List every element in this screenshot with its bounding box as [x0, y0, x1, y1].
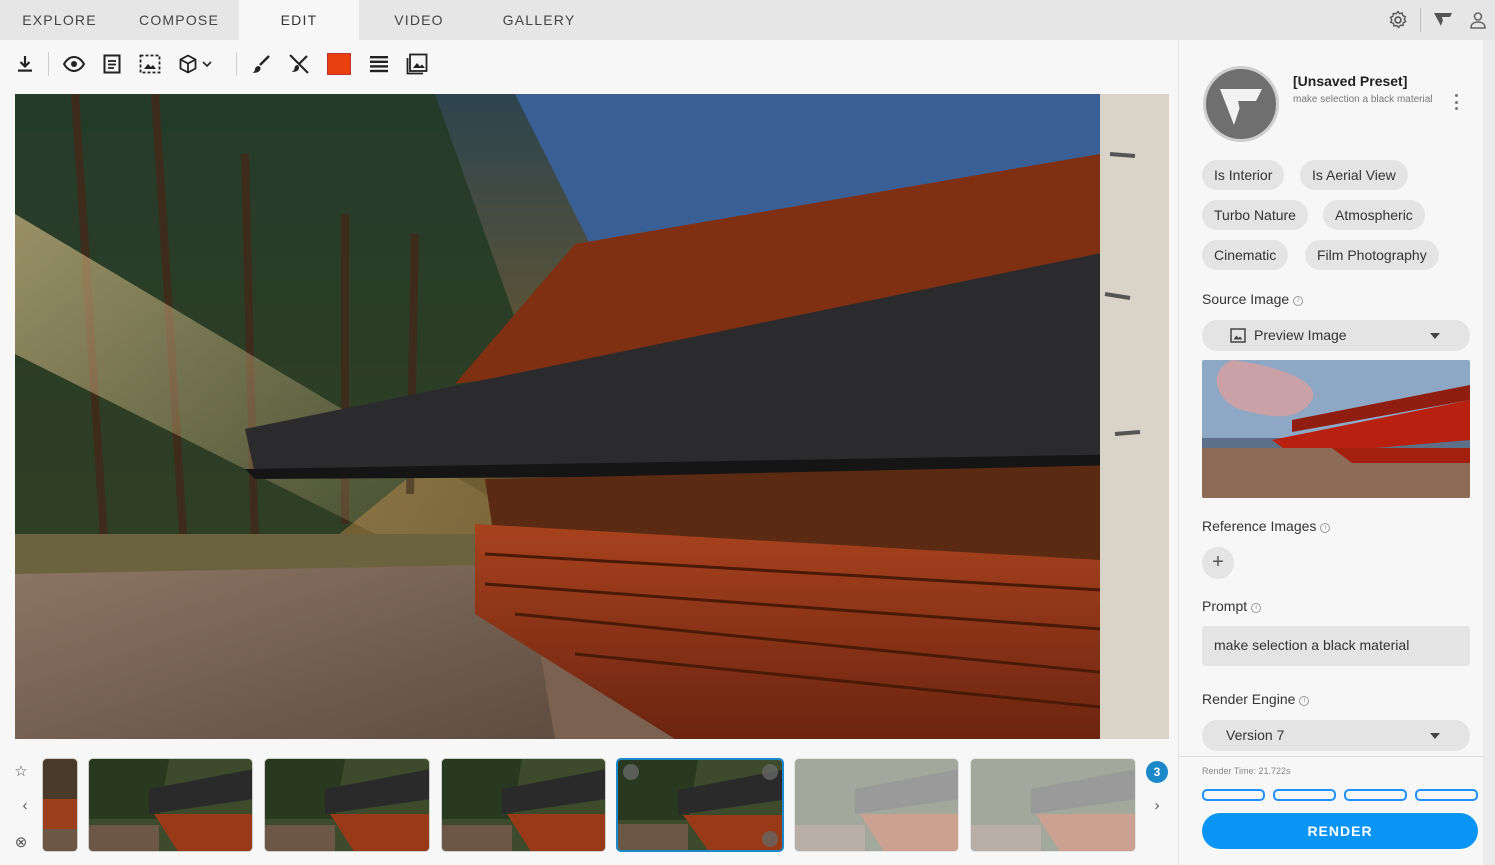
source-image-value: Preview Image — [1254, 327, 1347, 343]
prompt-input[interactable]: make selection a black material — [1202, 626, 1470, 666]
preset-title: [Unsaved Preset] — [1293, 73, 1408, 89]
download-icon[interactable] — [13, 52, 37, 76]
tab-explore[interactable]: EXPLORE — [0, 0, 119, 40]
thumbnail[interactable] — [42, 758, 78, 852]
preset-subtitle: make selection a black material — [1293, 94, 1433, 105]
pending-count-badge: 3 — [1146, 761, 1168, 783]
hide-icon[interactable]: ⊗ — [13, 834, 29, 851]
source-image-label: Source Image i — [1202, 291, 1304, 307]
thumbnail[interactable] — [88, 758, 253, 852]
toolbar — [0, 40, 1178, 90]
user-icon[interactable] — [1466, 8, 1490, 32]
tab-video[interactable]: VIDEO — [359, 0, 479, 40]
panel-divider — [1179, 756, 1484, 757]
layers-icon[interactable] — [367, 52, 391, 76]
panel-scrollbar[interactable] — [1483, 40, 1495, 865]
chip-cinematic[interactable]: Cinematic — [1202, 240, 1289, 270]
render-time: Render Time: 21.722s — [1202, 766, 1291, 776]
render-engine-value: Version 7 — [1226, 727, 1285, 743]
settings-panel: [Unsaved Preset] make selection a black … — [1178, 40, 1495, 865]
main-render-image[interactable] — [15, 94, 1169, 739]
prompt-label: Prompt i — [1202, 598, 1262, 614]
tab-compose[interactable]: COMPOSE — [119, 0, 239, 40]
toolbar-divider — [48, 52, 49, 76]
more-options-icon[interactable] — [1449, 94, 1463, 110]
render-engine-select[interactable]: Version 7 — [1202, 720, 1470, 751]
render-slot[interactable] — [1415, 789, 1478, 801]
caret-down-icon — [1430, 333, 1440, 339]
info-icon[interactable]: i — [1293, 296, 1304, 306]
tab-gallery[interactable]: GALLERY — [479, 0, 599, 40]
document-icon[interactable] — [100, 52, 124, 76]
image-icon[interactable] — [405, 52, 429, 76]
no-brush-icon[interactable] — [287, 52, 311, 76]
info-icon[interactable]: i — [1320, 523, 1331, 533]
toolbar-divider — [236, 52, 237, 76]
selection-image-icon[interactable] — [138, 52, 162, 76]
thumbnail[interactable] — [794, 758, 959, 852]
render-button[interactable]: RENDER — [1202, 813, 1478, 849]
source-image-select[interactable]: Preview Image — [1202, 320, 1470, 351]
chip-film-photography[interactable]: Film Photography — [1305, 240, 1439, 270]
filmstrip: ☆ ‹ ⊗ 3 › — [0, 752, 1178, 865]
nav-divider — [1420, 8, 1421, 32]
chip-is-interior[interactable]: Is Interior — [1202, 160, 1285, 190]
thumbnail[interactable] — [970, 758, 1136, 852]
thumbnail[interactable] — [264, 758, 430, 852]
caret-down-icon — [1430, 733, 1440, 739]
thumbnail[interactable] — [441, 758, 606, 852]
color-swatch[interactable] — [327, 53, 351, 75]
thumbnail-selected[interactable] — [616, 758, 784, 852]
chevron-down-icon[interactable] — [200, 52, 214, 76]
image-icon — [1230, 328, 1246, 346]
source-image-preview[interactable] — [1202, 360, 1470, 498]
cube-icon[interactable] — [176, 52, 200, 76]
chip-is-aerial-view[interactable]: Is Aerial View — [1300, 160, 1408, 190]
tab-edit[interactable]: EDIT — [239, 0, 359, 40]
top-nav: EXPLORE COMPOSE EDIT VIDEO GALLERY — [0, 0, 1495, 40]
render-slot[interactable] — [1344, 789, 1407, 801]
add-reference-button[interactable]: + — [1202, 547, 1234, 579]
star-icon[interactable]: ☆ — [13, 763, 29, 780]
workspace: ☆ ‹ ⊗ 3 › — [0, 40, 1178, 865]
preset-avatar[interactable] — [1203, 66, 1279, 142]
info-icon[interactable]: i — [1299, 696, 1310, 706]
chevron-right-icon[interactable]: › — [1149, 797, 1165, 814]
chevron-left-icon[interactable]: ‹ — [17, 797, 33, 814]
render-engine-label: Render Engine i — [1202, 691, 1310, 707]
brush-icon[interactable] — [249, 52, 273, 76]
chip-atmospheric[interactable]: Atmospheric — [1323, 200, 1425, 230]
logo-icon[interactable] — [1431, 8, 1455, 32]
reference-images-label: Reference Images i — [1202, 518, 1331, 534]
render-slot[interactable] — [1273, 789, 1336, 801]
eye-icon[interactable] — [62, 52, 86, 76]
chip-turbo-nature[interactable]: Turbo Nature — [1202, 200, 1308, 230]
info-icon[interactable]: i — [1251, 603, 1262, 613]
gear-icon[interactable] — [1386, 8, 1410, 32]
render-slot[interactable] — [1202, 789, 1265, 801]
